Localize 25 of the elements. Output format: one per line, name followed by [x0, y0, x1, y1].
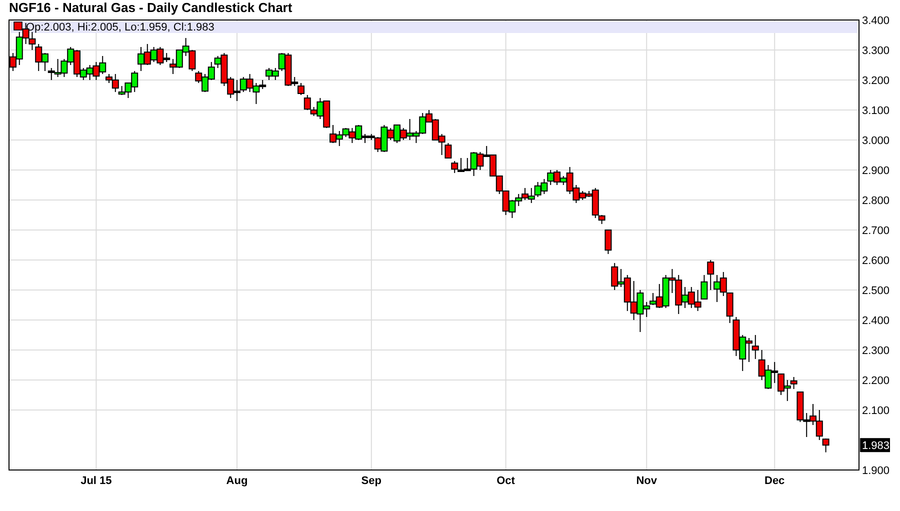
y-axis-label: 3.200	[862, 75, 890, 87]
y-axis-label: 2.300	[862, 345, 890, 357]
x-axis-label: Nov	[636, 475, 657, 487]
x-axis-label: Jul 15	[80, 475, 112, 487]
y-axis-label: 3.100	[862, 105, 890, 117]
y-axis-label: 2.900	[862, 165, 890, 177]
y-axis-label: 3.400	[862, 15, 890, 27]
legend-text: Op:2.003, Hi:2.005, Lo:1.959, Cl:1.983	[26, 22, 214, 34]
y-axis-label: 2.800	[862, 195, 890, 207]
x-axis-label: Sep	[361, 475, 382, 487]
y-axis-label: 2.700	[862, 225, 890, 237]
y-axis-label: 2.600	[862, 255, 890, 267]
y-axis-label: 2.200	[862, 375, 890, 387]
x-axis-label: Dec	[764, 475, 785, 487]
chart-title: NGF16 - Natural Gas - Daily Candlestick Chart	[8, 0, 294, 14]
x-axis-label: Oct	[496, 475, 515, 487]
last-price-tag: 1.983	[860, 438, 890, 452]
y-axis-label: 2.500	[862, 285, 890, 297]
y-axis-label: 2.400	[862, 315, 890, 327]
candlestick	[604, 230, 612, 254]
y-axis-label: 2.100	[862, 405, 890, 417]
y-axis-label: 3.000	[862, 135, 890, 147]
y-axis-label: 1.900	[862, 465, 890, 477]
x-axis-label: Aug	[226, 475, 248, 487]
y-axis-label: 3.300	[862, 45, 890, 57]
